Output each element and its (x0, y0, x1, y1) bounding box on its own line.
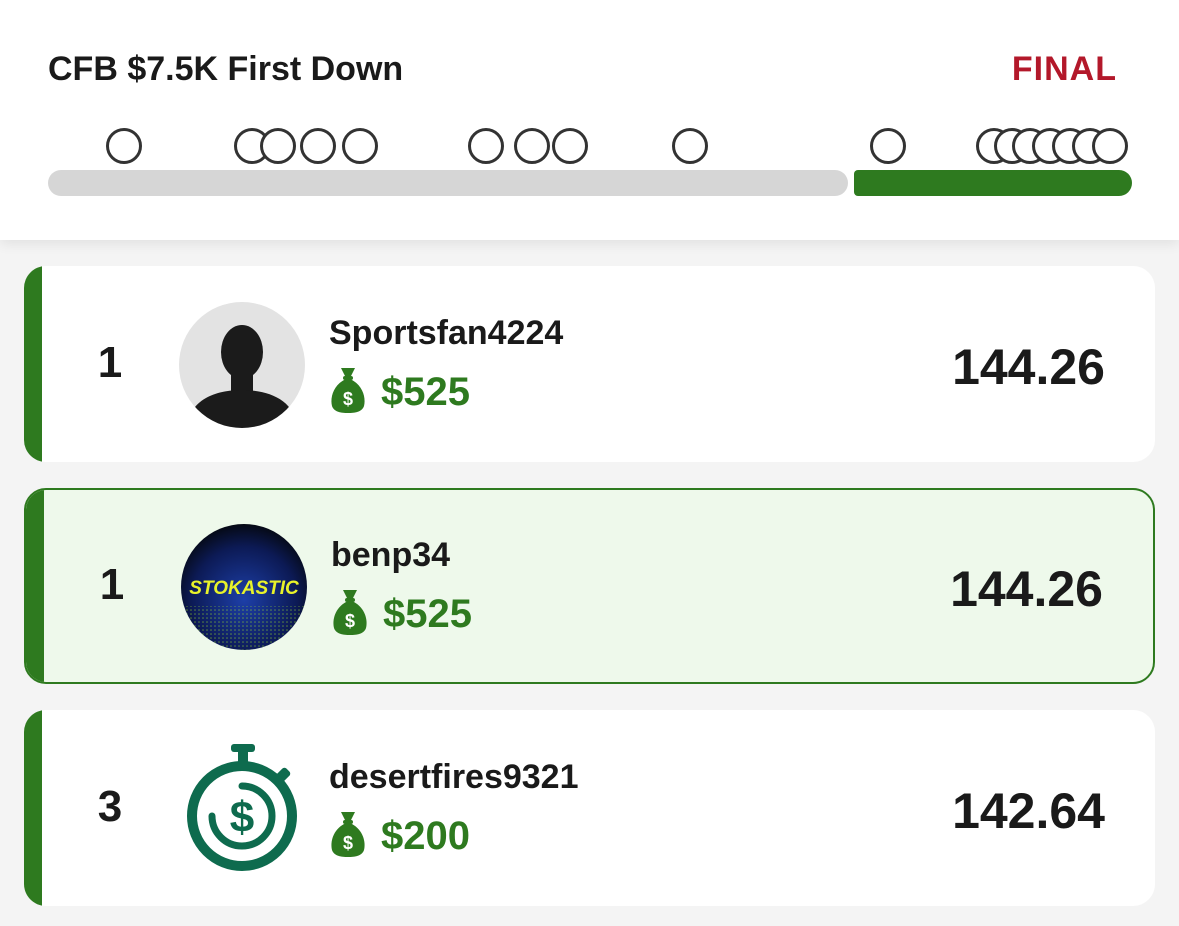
entry-prize-amount: $200 (381, 813, 470, 858)
entry-rank: 3 (97, 782, 123, 831)
progress-marker[interactable] (106, 128, 142, 164)
progress-bar-remaining (48, 170, 848, 196)
leaderboard-entry[interactable]: 3 $ desertfires9321 $ $200 142.64 (24, 710, 1155, 906)
svg-text:$: $ (345, 611, 355, 631)
leaderboard-entry[interactable]: 1 Sportsfan4224 $ $525 144.26 (24, 266, 1155, 462)
entry-username[interactable]: Sportsfan4224 (329, 314, 563, 353)
progress-marker[interactable] (552, 128, 588, 164)
default-person-avatar-icon (179, 302, 305, 428)
entry-username[interactable]: desertfires9321 (329, 758, 579, 797)
progress-marker[interactable] (672, 128, 708, 164)
progress-marker[interactable] (342, 128, 378, 164)
svg-text:$: $ (343, 833, 353, 853)
progress-marker[interactable] (468, 128, 504, 164)
entry-prize-amount: $525 (383, 591, 472, 636)
contest-title: CFB $7.5K First Down (48, 50, 404, 88)
stopwatch-dollar-avatar-icon: $ (179, 744, 305, 871)
entry-rank: 1 (97, 338, 123, 387)
progress-bar-completed (854, 170, 1132, 196)
stokastic-logo-avatar-icon: STOKASTIC (181, 524, 307, 650)
money-bag-icon: $ (331, 588, 369, 641)
entry-score: 142.64 (952, 783, 1105, 839)
entry-prize: $ $525 (331, 588, 472, 640)
progress-marker[interactable] (514, 128, 550, 164)
leaderboard-entry-current-user[interactable]: 1 STOKASTIC benp34 $ $525 144.26 (24, 488, 1155, 684)
progress-marker[interactable] (260, 128, 296, 164)
entry-prize: $ $525 (329, 366, 470, 418)
progress-marker[interactable] (1092, 128, 1128, 164)
money-bag-icon: $ (329, 366, 367, 419)
contest-status: FINAL (1011, 50, 1117, 88)
progress-marker[interactable] (300, 128, 336, 164)
entry-prize-amount: $525 (381, 369, 470, 414)
svg-text:STOKASTIC: STOKASTIC (189, 578, 299, 599)
svg-text:$: $ (230, 793, 254, 842)
money-bag-icon: $ (329, 810, 367, 863)
contest-header: CFB $7.5K First Down FINAL (0, 0, 1179, 240)
entry-score: 144.26 (952, 339, 1105, 395)
entry-score: 144.26 (950, 561, 1103, 617)
progress-marker[interactable] (870, 128, 906, 164)
contest-progress-track (48, 120, 1132, 200)
entry-username[interactable]: benp34 (331, 536, 450, 575)
svg-text:$: $ (343, 389, 353, 409)
entry-rank: 1 (99, 560, 125, 609)
entry-prize: $ $200 (329, 810, 470, 862)
